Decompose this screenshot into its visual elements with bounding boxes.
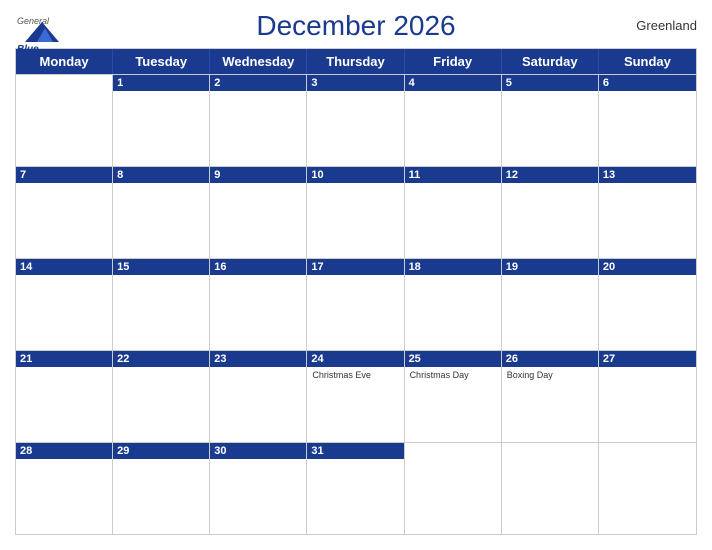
day-header-tuesday: Tuesday bbox=[113, 49, 210, 74]
day-number: 4 bbox=[405, 75, 501, 91]
day-number: 6 bbox=[599, 75, 696, 91]
day-number: 22 bbox=[113, 351, 209, 367]
month-title: December 2026 bbox=[256, 10, 455, 42]
logo-icon: General Blue bbox=[15, 10, 70, 50]
weeks-container: 123456789101112131415161718192021222324C… bbox=[16, 74, 696, 534]
day-cell: 23 bbox=[210, 351, 307, 442]
day-cell: 22 bbox=[113, 351, 210, 442]
day-cell: 8 bbox=[113, 167, 210, 258]
day-header-monday: Monday bbox=[16, 49, 113, 74]
week-row-1: 123456 bbox=[16, 74, 696, 166]
day-cell: 28 bbox=[16, 443, 113, 534]
day-cell: 29 bbox=[113, 443, 210, 534]
week-row-3: 14151617181920 bbox=[16, 258, 696, 350]
day-cell: 9 bbox=[210, 167, 307, 258]
day-cell: 13 bbox=[599, 167, 696, 258]
day-number: 27 bbox=[599, 351, 696, 367]
day-cell: 18 bbox=[405, 259, 502, 350]
day-cell: 5 bbox=[502, 75, 599, 166]
region-label: Greenland bbox=[636, 18, 697, 33]
day-headers-row: MondayTuesdayWednesdayThursdayFridaySatu… bbox=[16, 49, 696, 74]
day-number: 25 bbox=[405, 351, 501, 367]
day-header-sunday: Sunday bbox=[599, 49, 696, 74]
day-number: 20 bbox=[599, 259, 696, 275]
day-cell: 24 Christmas Eve bbox=[307, 351, 404, 442]
day-number: 17 bbox=[307, 259, 403, 275]
day-number: 7 bbox=[16, 167, 112, 183]
day-number: 29 bbox=[113, 443, 209, 459]
day-number: 31 bbox=[307, 443, 403, 459]
day-number: 15 bbox=[113, 259, 209, 275]
week-row-5: 28293031 bbox=[16, 442, 696, 534]
day-cell: 4 bbox=[405, 75, 502, 166]
holiday-label: Christmas Day bbox=[410, 370, 496, 381]
day-cell: 20 bbox=[599, 259, 696, 350]
logo: General Blue bbox=[15, 10, 70, 50]
day-number: 18 bbox=[405, 259, 501, 275]
holiday-label: Boxing Day bbox=[507, 370, 593, 381]
day-number: 21 bbox=[16, 351, 112, 367]
day-number: 13 bbox=[599, 167, 696, 183]
day-number: 5 bbox=[502, 75, 598, 91]
day-cell: 15 bbox=[113, 259, 210, 350]
day-number: 9 bbox=[210, 167, 306, 183]
day-cell: 3 bbox=[307, 75, 404, 166]
calendar-container: General Blue December 2026 Greenland Mon… bbox=[0, 0, 712, 550]
day-number: 11 bbox=[405, 167, 501, 183]
day-number: 14 bbox=[16, 259, 112, 275]
day-number: 16 bbox=[210, 259, 306, 275]
day-cell bbox=[16, 75, 113, 166]
title-block: December 2026 bbox=[256, 10, 455, 42]
day-number: 23 bbox=[210, 351, 306, 367]
day-cell: 21 bbox=[16, 351, 113, 442]
day-cell: 2 bbox=[210, 75, 307, 166]
day-cell bbox=[599, 443, 696, 534]
day-header-wednesday: Wednesday bbox=[210, 49, 307, 74]
day-cell: 31 bbox=[307, 443, 404, 534]
day-number: 28 bbox=[16, 443, 112, 459]
day-cell: 1 bbox=[113, 75, 210, 166]
day-cell: 30 bbox=[210, 443, 307, 534]
day-cell: 10 bbox=[307, 167, 404, 258]
calendar-header: General Blue December 2026 Greenland bbox=[15, 10, 697, 42]
calendar-grid: MondayTuesdayWednesdayThursdayFridaySatu… bbox=[15, 48, 697, 535]
day-header-thursday: Thursday bbox=[307, 49, 404, 74]
day-number: 3 bbox=[307, 75, 403, 91]
day-cell: 11 bbox=[405, 167, 502, 258]
day-header-friday: Friday bbox=[405, 49, 502, 74]
day-cell: 7 bbox=[16, 167, 113, 258]
week-row-4: 21222324 Christmas Eve 25 Christmas Day 26 Bo… bbox=[16, 350, 696, 442]
day-cell: 25 Christmas Day bbox=[405, 351, 502, 442]
svg-text:General: General bbox=[17, 16, 50, 26]
day-cell bbox=[405, 443, 502, 534]
day-number: 26 bbox=[502, 351, 598, 367]
holiday-label: Christmas Eve bbox=[312, 370, 398, 381]
day-cell: 16 bbox=[210, 259, 307, 350]
day-number: 2 bbox=[210, 75, 306, 91]
day-number: 8 bbox=[113, 167, 209, 183]
day-cell: 14 bbox=[16, 259, 113, 350]
day-number: 1 bbox=[113, 75, 209, 91]
day-cell: 12 bbox=[502, 167, 599, 258]
day-number: 30 bbox=[210, 443, 306, 459]
week-row-2: 78910111213 bbox=[16, 166, 696, 258]
day-cell: 17 bbox=[307, 259, 404, 350]
day-number: 12 bbox=[502, 167, 598, 183]
day-number: 10 bbox=[307, 167, 403, 183]
day-number: 19 bbox=[502, 259, 598, 275]
day-cell bbox=[502, 443, 599, 534]
day-cell: 6 bbox=[599, 75, 696, 166]
svg-text:Blue: Blue bbox=[17, 44, 39, 50]
day-cell: 19 bbox=[502, 259, 599, 350]
day-cell: 27 bbox=[599, 351, 696, 442]
day-cell: 26 Boxing Day bbox=[502, 351, 599, 442]
day-number: 24 bbox=[307, 351, 403, 367]
day-header-saturday: Saturday bbox=[502, 49, 599, 74]
